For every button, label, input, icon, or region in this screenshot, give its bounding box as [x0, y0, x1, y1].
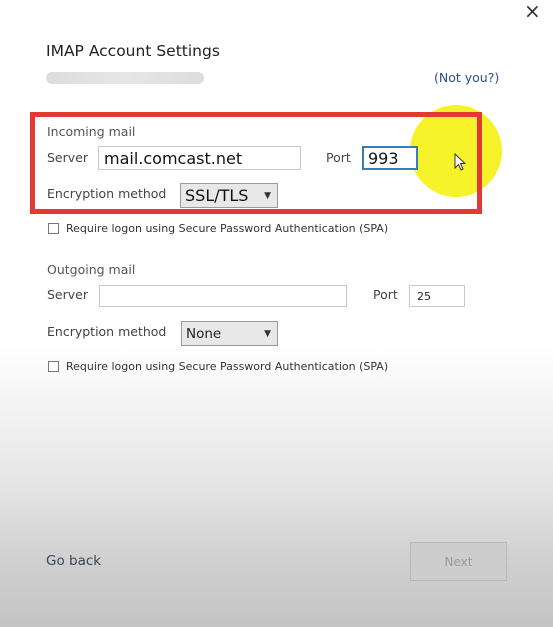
- chevron-down-icon: ▼: [264, 190, 271, 201]
- chevron-down-icon: ▼: [264, 328, 271, 339]
- outgoing-server-label: Server: [47, 287, 88, 302]
- incoming-server-label: Server: [47, 150, 88, 165]
- incoming-spa-label: Require logon using Secure Password Auth…: [66, 222, 389, 235]
- incoming-port-label: Port: [326, 150, 351, 165]
- incoming-encryption-label: Encryption method: [47, 186, 167, 201]
- incoming-server-input[interactable]: mail.comcast.net: [98, 146, 301, 170]
- mouse-cursor-icon: [454, 153, 467, 171]
- next-button[interactable]: Next: [410, 542, 507, 581]
- next-button-label: Next: [444, 554, 473, 569]
- incoming-server-value: mail.comcast.net: [104, 148, 243, 168]
- outgoing-encryption-label: Encryption method: [47, 324, 167, 339]
- outgoing-encryption-select[interactable]: None ▼: [181, 321, 278, 346]
- incoming-mail-label: Incoming mail: [47, 124, 136, 139]
- incoming-encryption-value: SSL/TLS: [185, 186, 249, 205]
- incoming-spa-checkbox[interactable]: [48, 223, 59, 234]
- go-back-link[interactable]: Go back: [46, 553, 101, 569]
- outgoing-encryption-value: None: [186, 325, 222, 342]
- outgoing-mail-label: Outgoing mail: [47, 262, 136, 277]
- outgoing-spa-label: Require logon using Secure Password Auth…: [66, 360, 389, 373]
- outgoing-port-input[interactable]: 25: [409, 285, 465, 307]
- outgoing-port-value: 25: [417, 289, 431, 303]
- dialog-title: IMAP Account Settings: [46, 42, 220, 60]
- outgoing-port-label: Port: [373, 287, 398, 302]
- incoming-port-value: 993: [368, 148, 399, 168]
- outgoing-server-input[interactable]: [99, 285, 347, 307]
- outgoing-spa-checkbox[interactable]: [48, 361, 59, 372]
- not-you-link[interactable]: (Not you?): [434, 70, 499, 85]
- incoming-port-input[interactable]: 993: [362, 146, 418, 170]
- close-icon[interactable]: ×: [524, 0, 541, 22]
- account-email-redacted: [46, 72, 204, 84]
- incoming-encryption-select[interactable]: SSL/TLS ▼: [180, 183, 278, 208]
